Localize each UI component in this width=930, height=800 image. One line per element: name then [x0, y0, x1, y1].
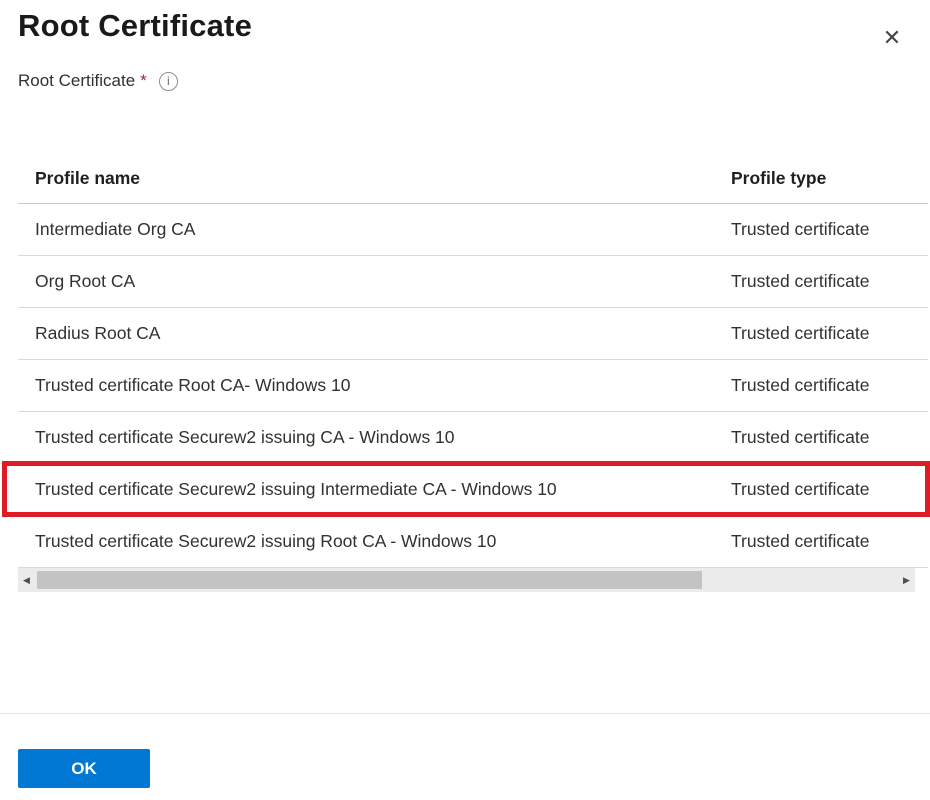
profile-name-cell: Trusted certificate Securew2 issuing Roo… [35, 531, 731, 552]
profile-type-cell: Trusted certificate [731, 479, 928, 500]
scrollbar-track[interactable] [35, 568, 898, 592]
table-row[interactable]: Trusted certificate Securew2 issuing Roo… [18, 516, 928, 568]
scrollbar-thumb[interactable] [37, 571, 702, 589]
profile-type-cell: Trusted certificate [731, 219, 928, 240]
table-row[interactable]: Trusted certificate Securew2 issuing CA … [18, 412, 928, 464]
field-label: Root Certificate [18, 71, 135, 91]
profile-type-cell: Trusted certificate [731, 531, 928, 552]
profile-type-cell: Trusted certificate [731, 375, 928, 396]
profile-type-cell: Trusted certificate [731, 323, 928, 344]
scroll-right-icon[interactable]: ▶ [898, 568, 915, 592]
profile-name-cell: Trusted certificate Root CA- Windows 10 [35, 375, 731, 396]
profile-name-cell: Radius Root CA [35, 323, 731, 344]
profile-name-cell: Org Root CA [35, 271, 731, 292]
page-title: Root Certificate [18, 8, 930, 44]
column-header-profile-name: Profile name [35, 168, 731, 189]
required-asterisk: * [140, 71, 147, 91]
profile-type-cell: Trusted certificate [731, 427, 928, 448]
field-label-row: Root Certificate * i [18, 71, 930, 91]
close-glyph: ✕ [883, 27, 901, 49]
profile-name-cell: Trusted certificate Securew2 issuing Int… [35, 479, 731, 500]
profile-name-cell: Trusted certificate Securew2 issuing CA … [35, 427, 731, 448]
close-icon[interactable]: ✕ [878, 24, 906, 52]
table-row[interactable]: Radius Root CA Trusted certificate [18, 308, 928, 360]
ok-button[interactable]: OK [18, 749, 150, 788]
footer-divider [0, 713, 930, 714]
profile-table: Profile name Profile type Intermediate O… [18, 154, 928, 568]
column-header-profile-type: Profile type [731, 168, 928, 189]
horizontal-scrollbar[interactable]: ◀ ▶ [18, 568, 915, 592]
scroll-left-icon[interactable]: ◀ [18, 568, 35, 592]
table-header-row: Profile name Profile type [18, 154, 928, 204]
root-certificate-dialog: Root Certificate ✕ Root Certificate * i … [0, 8, 930, 800]
profile-type-cell: Trusted certificate [731, 271, 928, 292]
table-row[interactable]: Intermediate Org CA Trusted certificate [18, 204, 928, 256]
table-row-highlighted[interactable]: Trusted certificate Securew2 issuing Int… [18, 464, 928, 516]
table-row[interactable]: Trusted certificate Root CA- Windows 10 … [18, 360, 928, 412]
info-icon[interactable]: i [159, 72, 178, 91]
table-row[interactable]: Org Root CA Trusted certificate [18, 256, 928, 308]
profile-name-cell: Intermediate Org CA [35, 219, 731, 240]
